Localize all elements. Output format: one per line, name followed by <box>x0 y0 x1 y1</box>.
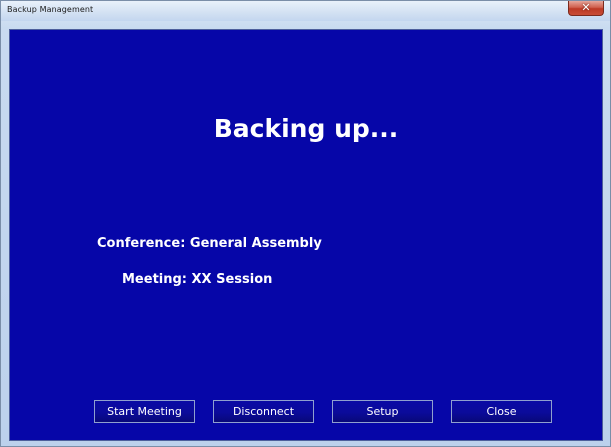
close-button[interactable]: Close <box>451 400 552 423</box>
close-icon: ✕ <box>581 1 591 14</box>
disconnect-button[interactable]: Disconnect <box>213 400 314 423</box>
title-bar[interactable]: Backup Management ✕ <box>1 1 610 21</box>
backup-panel: Backing up... Conference: General Assemb… <box>9 29 603 441</box>
window-close-button[interactable]: ✕ <box>568 1 604 16</box>
conference-label: Conference: General Assembly <box>97 236 322 251</box>
window-title: Backup Management <box>7 5 94 14</box>
setup-button[interactable]: Setup <box>332 400 433 423</box>
backup-management-window: Backup Management ✕ Backing up... Confer… <box>0 0 611 447</box>
start-meeting-button[interactable]: Start Meeting <box>94 400 195 423</box>
meeting-label: Meeting: XX Session <box>122 272 273 287</box>
status-heading: Backing up... <box>213 114 399 143</box>
